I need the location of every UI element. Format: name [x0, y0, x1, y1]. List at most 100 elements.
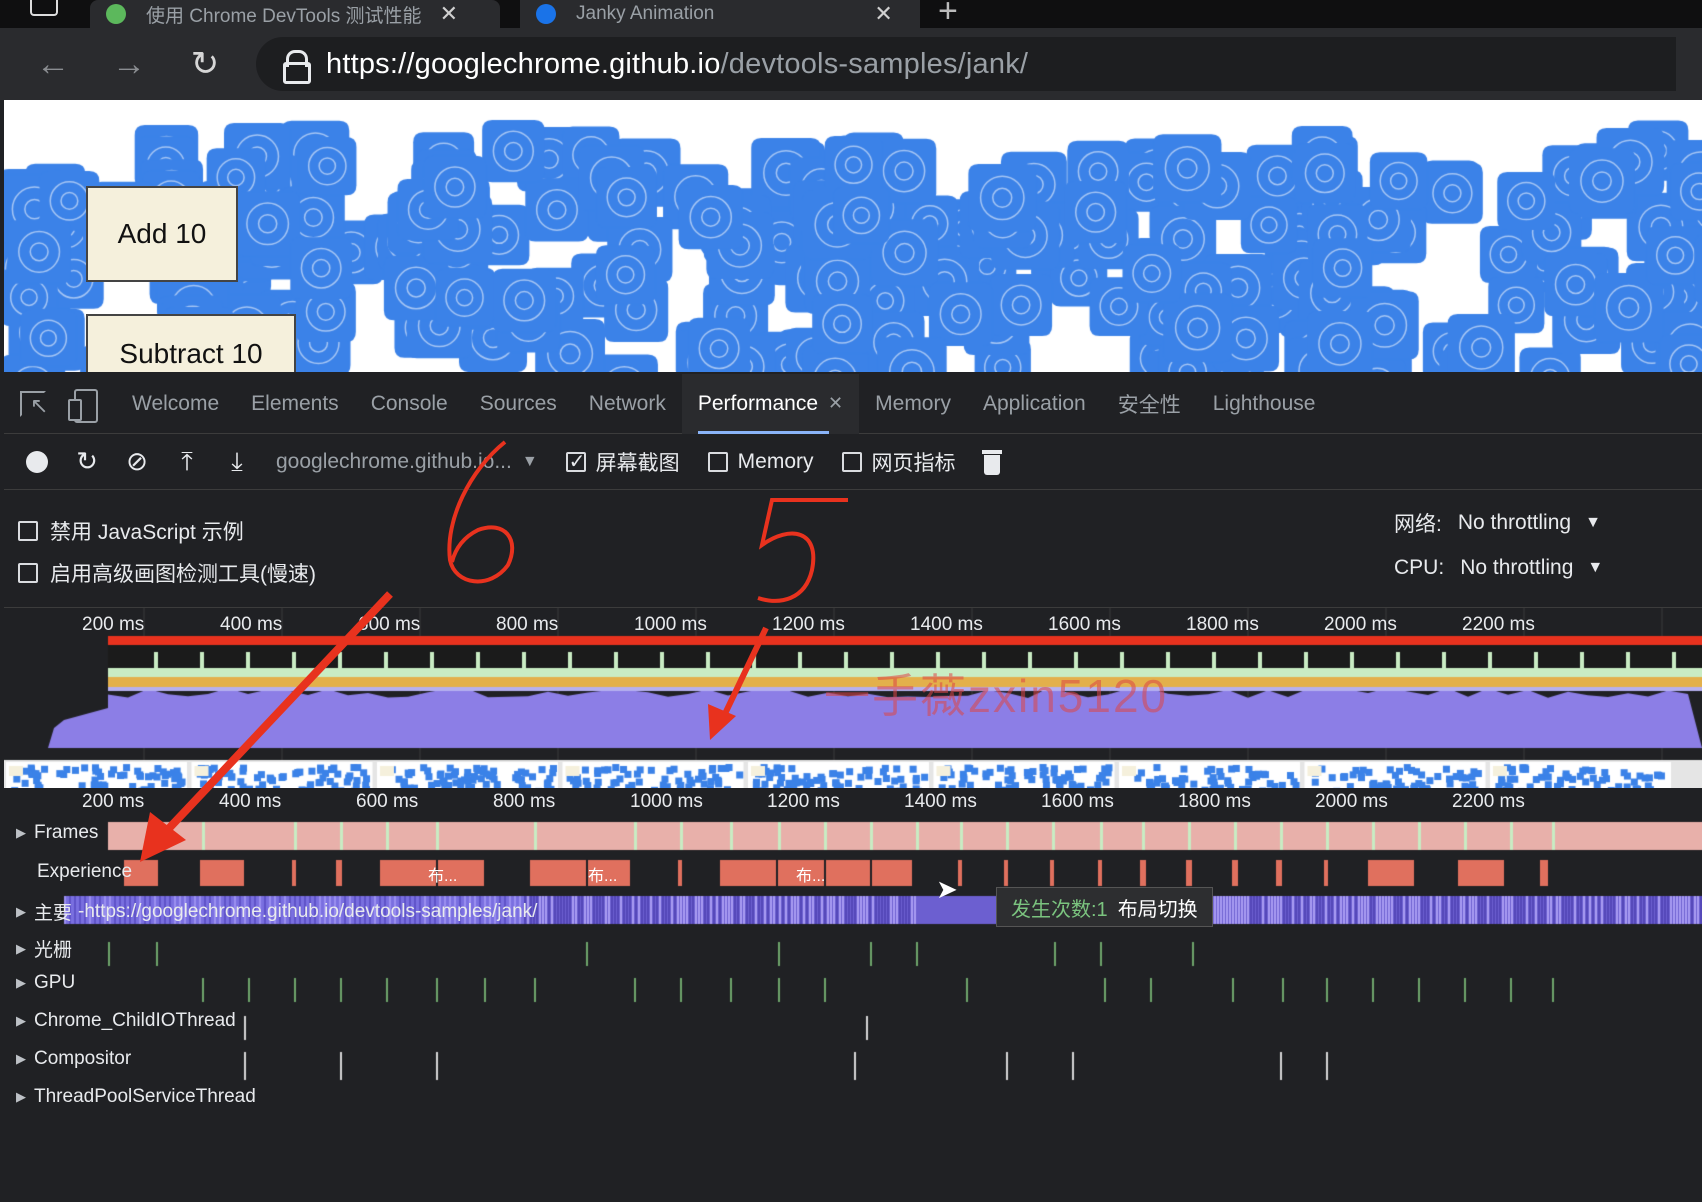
- address-bar[interactable]: https://googlechrome.github.io/devtools-…: [256, 37, 1676, 91]
- screenshots-checkbox[interactable]: 屏幕截图: [565, 447, 680, 477]
- browser-tab-janky[interactable]: Janky Animation ✕: [520, 0, 920, 28]
- lock-icon[interactable]: [282, 50, 311, 84]
- dropdown-arrow-icon: ▼: [1585, 514, 1601, 531]
- expand-triangle-icon[interactable]: ▶: [16, 1051, 26, 1067]
- experience-layout-shift-label[interactable]: 布...: [796, 862, 825, 886]
- track-main-label: 主要: [34, 903, 73, 924]
- devtools-tab-3[interactable]: Sources: [464, 374, 573, 434]
- track-main[interactable]: ▶ 主要 -https://googlechrome.github.io/devto…: [16, 898, 537, 925]
- checkbox-icon: [18, 521, 38, 541]
- back-arrow-icon[interactable]: ←: [30, 41, 76, 87]
- devtools-tab-1[interactable]: Elements: [235, 374, 355, 434]
- advanced-paint-checkbox[interactable]: 启用高级画图检测工具(慢速): [18, 558, 316, 588]
- track-compositor-label: Compositor: [34, 1048, 132, 1069]
- advanced-paint-label: 启用高级画图检测工具(慢速): [50, 563, 316, 586]
- url-path: /devtools-samples/jank/: [720, 47, 1029, 80]
- favicon-icon: [536, 4, 556, 24]
- expand-triangle-icon[interactable]: ▶: [16, 1089, 26, 1105]
- network-throttling[interactable]: 网络: No throttling ▼: [1394, 508, 1601, 538]
- devtools-tab-4[interactable]: Network: [573, 374, 682, 434]
- cpu-label: CPU:: [1394, 556, 1445, 579]
- dropdown-arrow-icon: ▼: [1587, 559, 1604, 576]
- timeline-overview[interactable]: 200 ms 400 ms 600 ms 800 ms 1000 ms 1200 ms 14…: [4, 608, 1702, 804]
- watermark-text: 一手薇zxin5120: [824, 670, 1169, 722]
- devtools-tab-label: Console: [370, 391, 448, 415]
- web-vitals-label: 网页指标: [871, 451, 956, 475]
- tick-label: 800 ms: [493, 791, 556, 812]
- browser-toolbar: ← → ↻ https://googlechrome.github.io/dev…: [0, 28, 1702, 100]
- tick-label: 1400 ms: [904, 791, 977, 812]
- track-child-io-label: Chrome_ChildIOThread: [34, 1010, 236, 1031]
- devtools-tab-label: 安全性: [1117, 393, 1181, 417]
- profile-select-value: googlechrome.github.io...: [276, 449, 512, 473]
- timeline-tracks[interactable]: ▶ Frames Experience ▶ 主要 -https://googlechr…: [4, 818, 1702, 1202]
- upload-icon[interactable]: ⤒: [162, 437, 212, 487]
- add-10-button[interactable]: Add 10: [86, 186, 238, 282]
- experience-layout-shift-label[interactable]: 布...: [428, 862, 457, 886]
- trash-icon[interactable]: [981, 449, 1002, 475]
- expand-triangle-icon[interactable]: ▶: [16, 1013, 26, 1029]
- tracks-flame-chart[interactable]: [4, 818, 1702, 1202]
- cpu-throttling[interactable]: CPU: No throttling ▼: [1394, 556, 1603, 580]
- expand-triangle-icon[interactable]: ▶: [16, 904, 26, 920]
- subtract-10-button[interactable]: Subtract 10: [86, 314, 296, 372]
- disable-js-samples-checkbox[interactable]: 禁用 JavaScript 示例: [18, 516, 244, 546]
- track-experience-label: Experience: [37, 861, 133, 882]
- track-child-io[interactable]: ▶ Chrome_ChildIOThread: [16, 1010, 236, 1032]
- download-icon[interactable]: ⤓: [212, 437, 262, 487]
- devtools-tab-bar: Welcome Elements Console Sources Network Perf…: [4, 373, 1702, 434]
- dropdown-arrow-icon: ▼: [521, 452, 538, 470]
- browser-tab-devtools-doc[interactable]: 使用 Chrome DevTools 测试性能 ✕: [90, 0, 500, 28]
- track-raster[interactable]: ▶ 光栅: [16, 935, 72, 962]
- experience-layout-shift-label[interactable]: 布...: [588, 862, 617, 886]
- devtools-tab-5[interactable]: Performance ✕: [681, 373, 860, 434]
- expand-triangle-icon[interactable]: ▶: [16, 825, 26, 841]
- devtools-tab-label: Performance: [697, 391, 819, 415]
- tick-label: 200 ms: [82, 614, 145, 635]
- url-host: https://googlechrome.github.io: [326, 47, 721, 80]
- reload-icon[interactable]: ↻: [182, 41, 228, 87]
- memory-checkbox[interactable]: Memory: [707, 450, 814, 474]
- record-button[interactable]: [12, 437, 62, 487]
- devtools-tab-7[interactable]: Application: [967, 374, 1102, 434]
- devtools-tab-9[interactable]: Lighthouse: [1197, 374, 1332, 434]
- devtools-tab-label: Elements: [251, 391, 339, 415]
- devtools-tab-label: Network: [588, 391, 666, 415]
- devtools-tab-label: Sources: [479, 391, 557, 415]
- tick-label: 400 ms: [220, 614, 283, 635]
- track-frames[interactable]: ▶ Frames: [16, 822, 98, 844]
- capture-settings: 禁用 JavaScript 示例 启用高级画图检测工具(慢速) 网络: No th…: [4, 490, 1702, 608]
- expand-triangle-icon[interactable]: ▶: [16, 975, 26, 991]
- tick-label: 200 ms: [82, 791, 145, 812]
- track-compositor[interactable]: ▶ Compositor: [16, 1048, 131, 1070]
- tick-label: 1000 ms: [630, 791, 703, 812]
- new-tab-plus-icon[interactable]: +: [938, 0, 958, 31]
- profile-select[interactable]: googlechrome.github.io... ▼: [276, 450, 538, 474]
- track-experience[interactable]: Experience: [16, 861, 132, 883]
- devtools-tab-6[interactable]: Memory: [859, 374, 967, 434]
- inspect-element-icon[interactable]: [18, 387, 52, 421]
- layout-shift-tooltip: 发生次数:1 布局切换: [996, 887, 1213, 927]
- web-vitals-checkbox[interactable]: 网页指标: [841, 447, 956, 477]
- clear-icon[interactable]: ⊘: [112, 437, 162, 487]
- tab-actions-icon[interactable]: [30, 0, 58, 16]
- network-value: No throttling: [1457, 511, 1572, 534]
- checkbox-icon: [707, 451, 728, 472]
- checkbox-icon: [18, 563, 38, 583]
- track-thread-pool[interactable]: ▶ ThreadPoolServiceThread: [16, 1086, 256, 1108]
- tick-label: 2200 ms: [1462, 614, 1535, 635]
- track-gpu[interactable]: ▶ GPU: [16, 972, 75, 994]
- close-panel-icon[interactable]: ✕: [828, 393, 843, 414]
- device-toolbar-icon[interactable]: [66, 387, 100, 423]
- forward-arrow-icon[interactable]: →: [106, 41, 152, 87]
- tick-label: 2000 ms: [1315, 791, 1388, 812]
- devtools-tab-8[interactable]: 安全性: [1102, 374, 1197, 434]
- reload-record-icon[interactable]: ↻: [62, 437, 112, 487]
- devtools-tab-0[interactable]: Welcome: [116, 374, 235, 434]
- expand-triangle-icon[interactable]: ▶: [16, 941, 26, 957]
- devtools-tab-label: Application: [982, 391, 1086, 415]
- close-tab-icon[interactable]: ✕: [440, 1, 458, 27]
- close-tab-icon[interactable]: ✕: [874, 1, 892, 27]
- devtools-tab-2[interactable]: Console: [355, 374, 464, 434]
- devtools-tab-label: Memory: [875, 391, 951, 415]
